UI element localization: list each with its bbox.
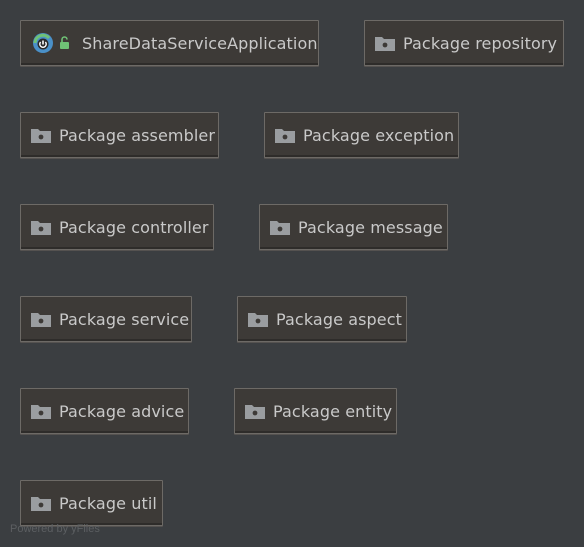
folder-icon — [269, 217, 291, 237]
node-label: Package controller — [59, 217, 209, 237]
spring-boot-app-icon — [31, 31, 73, 55]
folder-icon — [374, 33, 396, 53]
node-package-exception[interactable]: Package exception — [264, 112, 459, 158]
folder-icon — [30, 309, 52, 329]
node-package-controller[interactable]: Package controller — [20, 204, 214, 250]
node-label: Package aspect — [276, 309, 403, 329]
folder-icon — [30, 125, 52, 145]
node-label: Package message — [298, 217, 443, 237]
yfiles-watermark: Powered by yFiles — [10, 523, 100, 535]
node-package-aspect[interactable]: Package aspect — [237, 296, 407, 342]
node-sharedataserviceapplication[interactable]: ShareDataServiceApplication — [20, 20, 319, 66]
node-package-service[interactable]: Package service — [20, 296, 192, 342]
node-package-message[interactable]: Package message — [259, 204, 448, 250]
folder-icon — [274, 125, 296, 145]
node-package-entity[interactable]: Package entity — [234, 388, 397, 434]
node-package-assembler[interactable]: Package assembler — [20, 112, 219, 158]
folder-icon — [30, 217, 52, 237]
folder-icon — [30, 401, 52, 421]
node-package-advice[interactable]: Package advice — [20, 388, 189, 434]
node-label: Package assembler — [59, 125, 216, 145]
node-label: Package util — [59, 493, 157, 513]
folder-icon — [247, 309, 269, 329]
node-label: Package entity — [273, 401, 393, 421]
diagram-canvas: ShareDataServiceApplication Package repo… — [0, 0, 584, 547]
node-label: Package repository — [403, 33, 558, 53]
folder-icon — [30, 493, 52, 513]
node-package-util[interactable]: Package util — [20, 480, 163, 526]
node-package-repository[interactable]: Package repository — [364, 20, 564, 66]
node-label: ShareDataServiceApplication — [82, 33, 318, 53]
node-label: Package service — [59, 309, 190, 329]
node-label: Package advice — [59, 401, 185, 421]
folder-icon — [244, 401, 266, 421]
node-label: Package exception — [303, 125, 455, 145]
